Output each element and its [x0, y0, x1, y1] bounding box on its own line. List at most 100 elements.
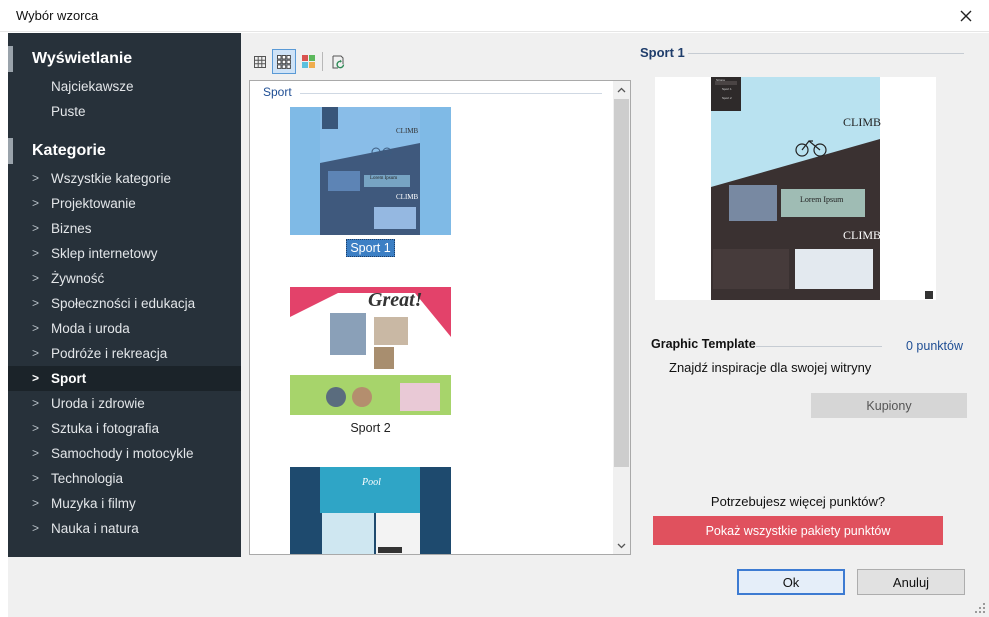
template-description: Znajdź inspiracje dla swojej witryny [669, 360, 872, 375]
template-list[interactable]: Sport CLIMB CLIMB Lorem Ipsum Sport 1 Gr… [249, 80, 631, 555]
chevron-right-icon: > [32, 521, 40, 535]
small-grid-icon [254, 55, 266, 68]
chevron-right-icon: > [32, 321, 40, 335]
close-icon [960, 10, 972, 22]
window-title: Wybór wzorca [16, 8, 99, 23]
group-divider [300, 93, 602, 94]
sidebar-item-category[interactable]: > Wszystkie kategorie [8, 166, 241, 191]
preview-text-climb: CLIMB [843, 228, 882, 242]
preview-nav-item: Sport 1 [722, 87, 732, 91]
sidebar-item-puste[interactable]: Puste [8, 99, 241, 124]
sidebar-item-category[interactable]: > Nauka i natura [8, 516, 241, 541]
chevron-right-icon: > [32, 196, 40, 210]
display-heading: Wyświetlanie [8, 46, 241, 72]
sidebar-item-label: Najciekawsze [51, 79, 134, 94]
ok-button[interactable]: Ok [737, 569, 845, 595]
show-points-packages-button[interactable]: Pokaż wszystkie pakiety punktów [653, 516, 943, 545]
chevron-right-icon: > [32, 446, 40, 460]
sidebar-item-category[interactable]: > Moda i uroda [8, 316, 241, 341]
template-sport-3[interactable]: Pool [290, 467, 451, 554]
preview-title: Sport 1 [640, 45, 685, 60]
zoom-icon[interactable] [925, 291, 933, 299]
chevron-right-icon: > [32, 421, 40, 435]
preview-nav-item: Strona [716, 78, 725, 82]
points-value: 0 punktów [906, 339, 963, 353]
group-label: Sport [263, 85, 298, 99]
scroll-down-button[interactable] [613, 537, 630, 554]
preview-text-climb: CLIMB [843, 115, 882, 129]
template-text-climb: CLIMB [396, 193, 419, 201]
scroll-up-button[interactable] [613, 81, 630, 98]
sidebar-item-label: Sztuka i fotografia [51, 421, 160, 436]
sidebar-item-category[interactable]: > Samochody i motocykle [8, 441, 241, 466]
template-caption: Sport 1 [290, 239, 451, 257]
sidebar-item-label: Żywność [51, 271, 105, 286]
small-grid-button[interactable] [248, 49, 272, 74]
sidebar: Wyświetlanie Najciekawsze Puste Kategori… [8, 33, 241, 557]
sidebar-item-label: Muzyka i filmy [51, 496, 136, 511]
details-divider [756, 346, 882, 347]
sidebar-item-category[interactable]: > Podróże i rekreacja [8, 341, 241, 366]
sidebar-item-category[interactable]: > Biznes [8, 216, 241, 241]
sidebar-item-label: Technologia [51, 471, 124, 486]
template-sport-1[interactable]: CLIMB CLIMB Lorem Ipsum Sport 1 [290, 107, 451, 257]
sidebar-item-label: Podróże i rekreacja [51, 346, 168, 361]
sidebar-item-label: Samochody i motocykle [51, 446, 194, 461]
template-text-pool: Pool [362, 477, 381, 488]
sidebar-item-category[interactable]: > Społeczności i edukacja [8, 291, 241, 316]
sidebar-item-label: Projektowanie [51, 196, 136, 211]
bought-button[interactable]: Kupiony [811, 393, 967, 418]
chevron-down-icon [617, 543, 626, 548]
resize-grip-icon[interactable] [974, 602, 986, 614]
template-thumbnail: Pool [290, 467, 451, 554]
chevron-right-icon: > [32, 346, 40, 360]
sidebar-item-category[interactable]: > Sztuka i fotografia [8, 416, 241, 441]
preview-divider [688, 53, 964, 54]
sidebar-item-category[interactable]: > Technologia [8, 466, 241, 491]
template-thumbnail: Great! [290, 287, 451, 415]
preview-nav-item: Sport 2 [722, 96, 732, 100]
list-scrollbar[interactable] [613, 81, 630, 554]
sidebar-item-label: Wszystkie kategorie [51, 171, 172, 186]
chevron-right-icon: > [32, 396, 40, 410]
chevron-right-icon: > [32, 471, 40, 485]
sidebar-item-label: Sklep internetowy [51, 246, 158, 261]
sidebar-item-category[interactable]: > Żywność [8, 266, 241, 291]
template-text-great: Great! [368, 289, 423, 311]
large-grid-icon [301, 55, 315, 68]
scroll-thumb[interactable] [614, 99, 629, 467]
medium-grid-icon [277, 54, 291, 69]
sidebar-item-label: Społeczności i edukacja [51, 296, 196, 311]
sidebar-item-najciekawsze[interactable]: Najciekawsze [8, 74, 241, 99]
title-bar: Wybór wzorca [0, 0, 989, 32]
chevron-right-icon: > [32, 221, 40, 235]
chevron-right-icon: > [32, 271, 40, 285]
cancel-button[interactable]: Anuluj [857, 569, 965, 595]
sidebar-item-label: Sport [51, 371, 87, 386]
sidebar-item-category[interactable]: > Muzyka i filmy [8, 491, 241, 516]
category-heading: Kategorie [8, 138, 241, 164]
refresh-button[interactable] [326, 49, 350, 74]
chevron-up-icon [617, 87, 626, 92]
refresh-icon [332, 55, 345, 68]
close-button[interactable] [943, 0, 989, 32]
chevron-right-icon: > [32, 246, 40, 260]
chevron-right-icon: > [32, 496, 40, 510]
sidebar-item-category[interactable]: > Uroda i zdrowie [8, 391, 241, 416]
template-type-label: Graphic Template [651, 337, 756, 351]
template-sport-2[interactable]: Great! Sport 2 [290, 287, 451, 435]
template-caption: Sport 2 [350, 421, 391, 435]
toolbar-separator [322, 52, 323, 71]
sidebar-item-label: Uroda i zdrowie [51, 396, 145, 411]
need-more-points-text: Potrzebujesz więcej punktów? [710, 494, 886, 509]
sidebar-item-category[interactable]: > Sport [8, 366, 241, 391]
large-grid-button[interactable] [296, 49, 320, 74]
template-thumbnail: CLIMB CLIMB Lorem Ipsum [290, 107, 451, 235]
template-text-lorem: Lorem Ipsum [370, 176, 398, 181]
medium-grid-button[interactable] [272, 49, 296, 74]
template-text-climb: CLIMB [396, 127, 419, 135]
template-preview-image: CLIMB Lorem Ipsum CLIMB Strona Sport 1 S… [655, 77, 936, 300]
sidebar-item-category[interactable]: > Sklep internetowy [8, 241, 241, 266]
sidebar-item-category[interactable]: > Projektowanie [8, 191, 241, 216]
sidebar-item-label: Puste [51, 104, 86, 119]
